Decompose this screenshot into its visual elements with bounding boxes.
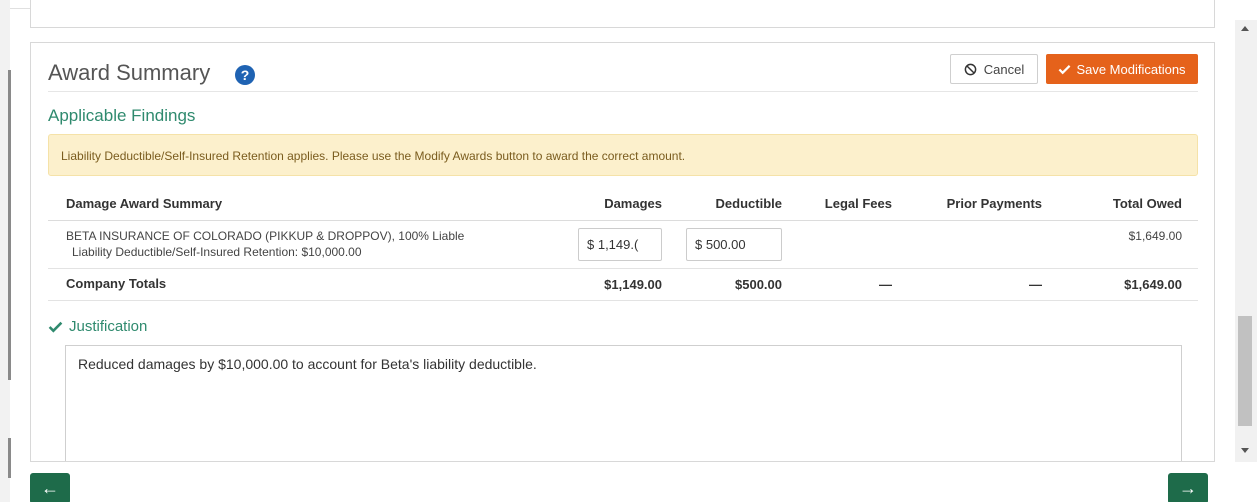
- justification-label: Justification: [48, 318, 147, 335]
- arrow-left-icon: ←: [41, 478, 59, 498]
- column-header: Damages: [568, 188, 678, 221]
- deductible-cell: [678, 220, 798, 269]
- company-cell: BETA INSURANCE OF COLORADO (PIKKUP & DRO…: [48, 220, 568, 269]
- table-header-row: Damage Award Summary Damages Deductible …: [48, 188, 1198, 221]
- scroll-up-icon[interactable]: [1241, 26, 1249, 31]
- left-scroll-strip: [0, 0, 11, 502]
- previous-panel: [30, 0, 1215, 28]
- damages-cell: [568, 220, 678, 269]
- column-header: Prior Payments: [908, 188, 1058, 221]
- save-label: Save Modifications: [1076, 61, 1186, 77]
- back-button[interactable]: ←: [30, 473, 70, 502]
- totals-row: Company Totals $1,149.00 $500.00 — — $1,…: [48, 268, 1198, 301]
- alert-banner: Liability Deductible/Self-Insured Retent…: [48, 134, 1198, 176]
- justification-title: Justification: [69, 318, 148, 335]
- totals-prior-payments: —: [908, 268, 1058, 301]
- column-header: Damage Award Summary: [48, 188, 568, 221]
- totals-total-owed: $1,649.00: [1058, 268, 1198, 301]
- page-title: Award Summary: [48, 60, 211, 85]
- legal-fees-cell: [798, 220, 908, 269]
- check-icon: [48, 321, 63, 333]
- totals-legal-fees: —: [798, 268, 908, 301]
- company-name: BETA INSURANCE OF COLORADO (PIKKUP & DRO…: [66, 229, 465, 243]
- table-row: BETA INSURANCE OF COLORADO (PIKKUP & DRO…: [48, 220, 1198, 269]
- scrollbar[interactable]: [1235, 20, 1257, 462]
- cancel-button[interactable]: Cancel: [950, 54, 1038, 84]
- deductible-input[interactable]: [686, 227, 782, 261]
- prior-payments-cell: [908, 220, 1058, 269]
- totals-damages: $1,149.00: [568, 268, 678, 301]
- page: Award Summary ? Cancel Save Modification…: [0, 0, 1257, 502]
- justification-textarea[interactable]: Reduced damages by $10,000.00 to account…: [65, 345, 1182, 461]
- column-header: Legal Fees: [798, 188, 908, 221]
- save-modifications-button[interactable]: Save Modifications: [1046, 54, 1198, 84]
- cancel-icon: [964, 63, 977, 75]
- award-table: Damage Award Summary Damages Deductible …: [48, 188, 1198, 301]
- totals-label: Company Totals: [48, 268, 568, 301]
- left-strip-bar: [8, 70, 11, 380]
- question-circle-icon[interactable]: ?: [235, 65, 255, 85]
- next-button[interactable]: →: [1168, 473, 1208, 502]
- arrow-right-icon: →: [1179, 478, 1197, 498]
- card-header: Award Summary ? Cancel Save Modification…: [48, 54, 1198, 92]
- company-detail: Liability Deductible/Self-Insured Retent…: [72, 245, 362, 259]
- left-strip-bar: [8, 438, 11, 478]
- check-icon: [1059, 64, 1071, 74]
- cancel-label: Cancel: [983, 61, 1025, 77]
- totals-deductible: $500.00: [678, 268, 798, 301]
- total-owed-cell: $1,649.00: [1058, 220, 1198, 269]
- award-summary-card: Award Summary ? Cancel Save Modification…: [30, 42, 1215, 462]
- section-title: Applicable Findings: [48, 106, 196, 125]
- damages-input[interactable]: [578, 227, 662, 261]
- scroll-down-icon[interactable]: [1241, 448, 1249, 453]
- scroll-thumb[interactable]: [1238, 316, 1252, 426]
- column-header: Deductible: [678, 188, 798, 221]
- column-header: Total Owed: [1058, 188, 1198, 221]
